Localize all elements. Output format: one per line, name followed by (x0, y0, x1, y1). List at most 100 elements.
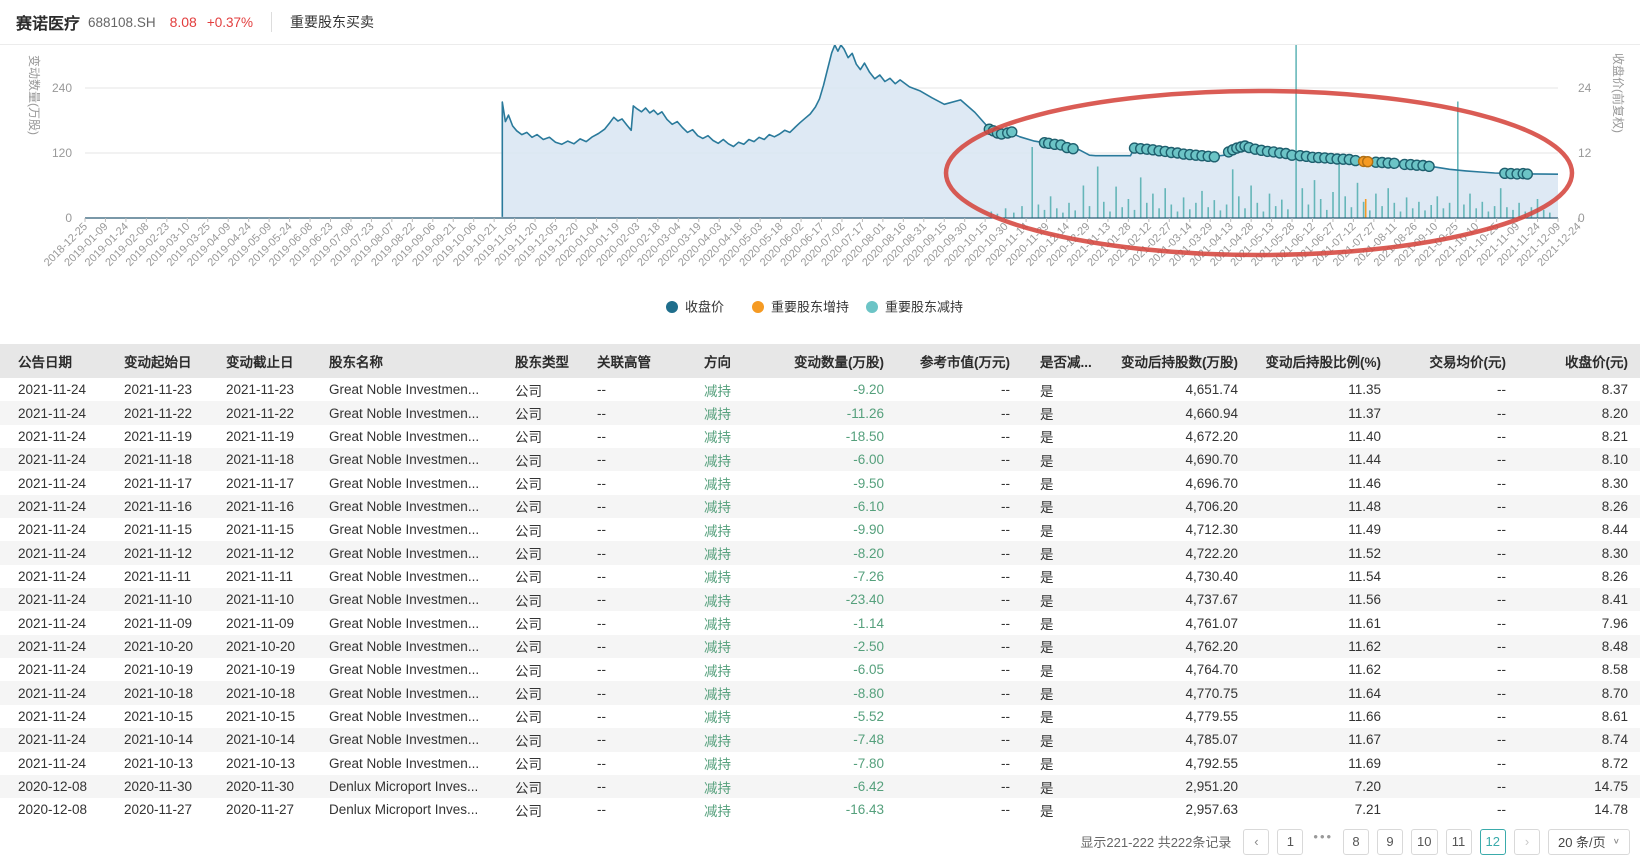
table-row: 2021-11-242021-11-122021-11-12Great Nobl… (0, 541, 1640, 564)
table-cell: 减持 (686, 658, 772, 681)
table-cell: 4,761.07 (1098, 611, 1250, 634)
right-axis-tick-label: 24 (1578, 81, 1592, 95)
column-header: 股东名称 (311, 344, 497, 378)
table-cell: 11.54 (1250, 565, 1393, 588)
table-cell: -- (1393, 611, 1518, 634)
table-cell: 8.70 (1518, 681, 1640, 704)
table-cell: 是 (1022, 705, 1098, 728)
table-cell: 2021-11-11 (106, 565, 208, 588)
legend-item-decrease[interactable]: 重要股东减持 (866, 300, 963, 315)
table-cell: -6.10 (772, 495, 896, 518)
next-page-button[interactable]: › (1514, 829, 1540, 855)
page-button-11[interactable]: 11 (1446, 829, 1472, 855)
table-cell: Great Noble Investmen... (311, 728, 497, 751)
table-cell: 14.78 (1518, 798, 1640, 821)
table-cell: 2021-11-18 (208, 448, 311, 471)
chart-svg[interactable]: 2018-12-252019-01-092019-01-242019-02-08… (0, 45, 1640, 330)
table-row: 2021-11-242021-11-102021-11-10Great Nobl… (0, 588, 1640, 611)
table-cell: 是 (1022, 752, 1098, 775)
stock-change-percent: +0.37% (207, 15, 253, 30)
legend-item-close-price[interactable]: 收盘价 (666, 300, 724, 315)
right-axis-tick-label: 0 (1578, 211, 1585, 225)
table-cell: Great Noble Investmen... (311, 518, 497, 541)
table-row: 2021-11-242021-11-152021-11-15Great Nobl… (0, 518, 1640, 541)
table-row: 2021-11-242021-10-152021-10-15Great Nobl… (0, 705, 1640, 728)
table-cell: 公司 (497, 658, 579, 681)
table-cell: 2021-11-18 (106, 448, 208, 471)
table-cell: 是 (1022, 541, 1098, 564)
table-cell: -- (896, 588, 1022, 611)
table-cell: -- (579, 495, 686, 518)
table-cell: -- (579, 681, 686, 704)
table-cell: 8.26 (1518, 495, 1640, 518)
table-cell: 2020-11-27 (106, 798, 208, 821)
page-button-8[interactable]: 8 (1343, 829, 1369, 855)
table-cell: 4,779.55 (1098, 705, 1250, 728)
legend-label: 收盘价 (685, 300, 724, 315)
table-cell: -- (1393, 728, 1518, 751)
column-header: 方向 (686, 344, 772, 378)
table-cell: -6.00 (772, 448, 896, 471)
table-cell: 8.20 (1518, 401, 1640, 424)
prev-page-button[interactable]: ‹ (1243, 829, 1269, 855)
table-cell: Great Noble Investmen... (311, 611, 497, 634)
table-cell: 减持 (686, 752, 772, 775)
table-cell: 公司 (497, 635, 579, 658)
table-cell: 11.49 (1250, 518, 1393, 541)
legend-item-increase[interactable]: 重要股东增持 (752, 300, 849, 315)
table-cell: 2021-11-17 (106, 471, 208, 494)
table-cell: 4,651.74 (1098, 378, 1250, 401)
column-header: 变动起始日 (106, 344, 208, 378)
table-cell: -- (896, 752, 1022, 775)
table-cell: 2021-11-22 (208, 401, 311, 424)
table-cell: 2021-11-17 (208, 471, 311, 494)
table-cell: -- (579, 705, 686, 728)
page-size-select[interactable]: 20 条/页 ∨ (1548, 829, 1630, 855)
table-cell: -- (579, 425, 686, 448)
page-button-10[interactable]: 10 (1411, 829, 1437, 855)
table-cell: 2,957.63 (1098, 798, 1250, 821)
table-cell: 2021-10-13 (106, 752, 208, 775)
table-cell: 11.46 (1250, 471, 1393, 494)
page-button-12[interactable]: 12 (1480, 829, 1506, 855)
table-cell: -- (1393, 541, 1518, 564)
tab-important-shareholder-trading[interactable]: 重要股东买卖 (290, 12, 374, 32)
table-cell: -- (1393, 635, 1518, 658)
legend-dot (666, 301, 678, 313)
table-cell: -- (579, 378, 686, 401)
table-cell: 2021-11-23 (208, 378, 311, 401)
page-button-9[interactable]: 9 (1377, 829, 1403, 855)
table-cell: Great Noble Investmen... (311, 681, 497, 704)
table-cell: -- (896, 705, 1022, 728)
table-cell: 公司 (497, 495, 579, 518)
table-cell: -- (1393, 752, 1518, 775)
table-cell: 4,792.55 (1098, 752, 1250, 775)
table-cell: -2.50 (772, 635, 896, 658)
table-cell: -- (1393, 401, 1518, 424)
legend-label: 重要股东增持 (771, 300, 849, 315)
table-cell: 11.52 (1250, 541, 1393, 564)
table-cell: 4,785.07 (1098, 728, 1250, 751)
table-cell: Great Noble Investmen... (311, 565, 497, 588)
right-axis-tick-label: 12 (1578, 146, 1592, 160)
table-row: 2020-12-082020-11-272020-11-27Denlux Mic… (0, 798, 1640, 821)
table-cell: -- (1393, 495, 1518, 518)
table-cell: 8.48 (1518, 635, 1640, 658)
table-cell: 减持 (686, 635, 772, 658)
table-cell: 4,730.40 (1098, 565, 1250, 588)
table-cell: 4,672.20 (1098, 425, 1250, 448)
table-cell: Great Noble Investmen... (311, 588, 497, 611)
sell-marker (1522, 169, 1532, 179)
table-cell: 公司 (497, 378, 579, 401)
table-cell: 是 (1022, 448, 1098, 471)
table-cell: 2021-11-24 (0, 705, 106, 728)
table-cell: 是 (1022, 471, 1098, 494)
table-cell: 2021-11-24 (0, 588, 106, 611)
table-cell: 2021-11-09 (106, 611, 208, 634)
page-ellipsis: ••• (1311, 829, 1335, 855)
column-header: 公告日期 (0, 344, 106, 378)
table-row: 2021-11-242021-11-162021-11-16Great Nobl… (0, 495, 1640, 518)
table-cell: -- (579, 448, 686, 471)
page-buttons: 1 ••• 89 10 11 12 (1277, 829, 1506, 855)
page-button-1[interactable]: 1 (1277, 829, 1303, 855)
